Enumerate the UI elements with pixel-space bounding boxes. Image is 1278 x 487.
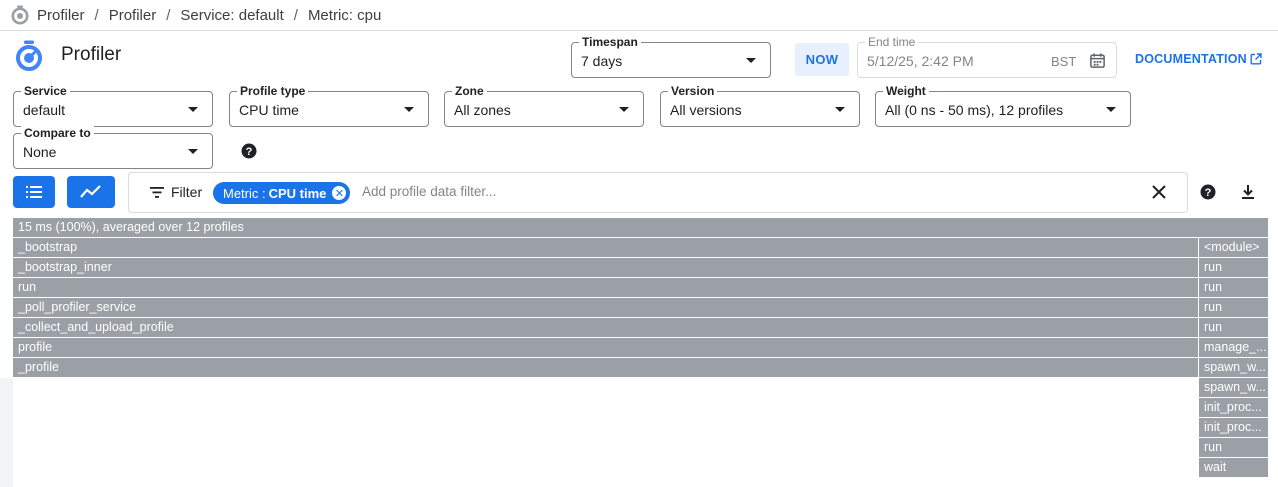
help-icon[interactable]: ? — [1200, 184, 1216, 200]
close-icon[interactable] — [1152, 185, 1166, 199]
profiler-logo-icon — [16, 40, 42, 71]
version-select[interactable]: Version All versions — [660, 84, 860, 127]
flame-frame[interactable]: run — [1199, 258, 1268, 277]
breadcrumb-item-metric[interactable]: Metric: cpu — [308, 7, 381, 24]
svg-text:?: ? — [246, 146, 253, 158]
page-title: Profiler — [61, 44, 122, 65]
chevron-down-icon — [746, 58, 756, 63]
table-view-button[interactable] — [13, 176, 55, 208]
service-select[interactable]: Service default — [13, 84, 213, 127]
flame-frame[interactable]: _poll_profiler_service — [13, 298, 1198, 317]
weight-label: Weight — [883, 84, 929, 98]
zone-value: All zones — [454, 102, 511, 118]
service-label: Service — [21, 84, 70, 98]
filter-chip-value: CPU time — [268, 185, 327, 201]
external-link-icon — [1250, 53, 1262, 65]
breadcrumb-separator: / — [166, 6, 171, 24]
flame-frame[interactable]: run — [1199, 298, 1268, 317]
flame-frame[interactable]: <module> — [1199, 238, 1268, 257]
flame-frame[interactable]: _bootstrap_inner — [13, 258, 1198, 277]
breadcrumb-separator: / — [293, 6, 298, 24]
calendar-icon[interactable] — [1089, 52, 1106, 69]
documentation-link[interactable]: DOCUMENTATION — [1135, 52, 1262, 66]
filter-chip-metric[interactable]: Metric : CPU time ✕ — [213, 182, 351, 204]
svg-text:?: ? — [1205, 187, 1212, 199]
flame-frame[interactable]: spawn_w... — [1199, 378, 1268, 397]
flame-frame[interactable]: manage_... — [1199, 338, 1268, 357]
flame-frame[interactable]: _profile — [13, 358, 1198, 377]
flame-frame[interactable]: init_proc... — [1199, 418, 1268, 437]
flame-graph-margin — [0, 378, 13, 487]
timespan-label: Timespan — [579, 35, 641, 49]
weight-select[interactable]: Weight All (0 ns - 50 ms), 12 profiles — [875, 84, 1131, 127]
profile-type-label: Profile type — [237, 84, 309, 98]
profiler-logo-icon — [11, 5, 29, 25]
chevron-down-icon — [835, 107, 845, 112]
trending-line-icon — [80, 185, 101, 198]
help-icon[interactable]: ? — [241, 143, 257, 159]
breadcrumb-item-service[interactable]: Service: default — [180, 7, 283, 24]
flame-frame[interactable]: run — [1199, 278, 1268, 297]
flame-root-frame[interactable]: 15 ms (100%), averaged over 12 profiles — [13, 218, 1268, 237]
chevron-down-icon — [404, 107, 414, 112]
zone-label: Zone — [452, 84, 487, 98]
flame-frame[interactable]: init_proc... — [1199, 398, 1268, 417]
compare-to-label: Compare to — [21, 126, 94, 140]
chart-view-button[interactable] — [67, 176, 115, 208]
flame-frame[interactable]: _collect_and_upload_profile — [13, 318, 1198, 337]
flame-frame[interactable]: run — [1199, 438, 1268, 457]
chip-remove-icon[interactable]: ✕ — [332, 186, 347, 200]
zone-select[interactable]: Zone All zones — [444, 84, 644, 127]
service-value: default — [23, 102, 66, 118]
filter-chip-key: Metric : — [223, 185, 266, 201]
version-value: All versions — [670, 102, 742, 118]
version-label: Version — [668, 84, 718, 98]
breadcrumb-item-profiler-root[interactable]: Profiler — [37, 7, 85, 24]
end-time-timezone: BST — [1051, 54, 1077, 69]
profile-type-value: CPU time — [239, 102, 299, 118]
weight-value: All (0 ns - 50 ms), 12 profiles — [885, 102, 1064, 118]
documentation-label: DOCUMENTATION — [1135, 52, 1247, 66]
chevron-down-icon — [188, 149, 198, 154]
filter-bar[interactable]: Filter Metric : CPU time ✕ Add profile d… — [128, 172, 1188, 213]
list-icon — [26, 186, 42, 198]
filter-label: Filter — [171, 184, 203, 200]
compare-to-value: None — [23, 144, 57, 160]
profile-type-select[interactable]: Profile type CPU time — [229, 84, 429, 127]
chevron-down-icon — [619, 107, 629, 112]
timespan-select[interactable]: Timespan 7 days — [571, 35, 771, 78]
download-icon[interactable] — [1241, 184, 1255, 200]
filter-icon — [150, 187, 164, 198]
now-button[interactable]: NOW — [795, 43, 849, 76]
chevron-down-icon — [1106, 107, 1116, 112]
flame-frame[interactable]: profile — [13, 338, 1198, 357]
breadcrumb-item-profiler[interactable]: Profiler — [109, 7, 157, 24]
timespan-value: 7 days — [581, 53, 623, 69]
flame-frame[interactable]: run — [13, 278, 1198, 297]
flame-frame[interactable]: spawn_w... — [1199, 358, 1268, 377]
end-time-field[interactable]: End time 5/12/25, 2:42 PM BST — [857, 35, 1117, 78]
flame-frame[interactable]: wait — [1199, 458, 1268, 477]
filter-input[interactable]: Add profile data filter... — [362, 184, 496, 199]
flame-frame[interactable]: run — [1199, 318, 1268, 337]
breadcrumb-separator: / — [94, 6, 99, 24]
end-time-value: 5/12/25, 2:42 PM — [867, 53, 974, 69]
compare-to-select[interactable]: Compare to None — [13, 126, 213, 169]
end-time-label: End time — [865, 35, 919, 49]
chevron-down-icon — [188, 107, 198, 112]
breadcrumb: Profiler / Profiler / Service: default /… — [0, 0, 1278, 31]
flame-frame[interactable]: _bootstrap — [13, 238, 1198, 257]
